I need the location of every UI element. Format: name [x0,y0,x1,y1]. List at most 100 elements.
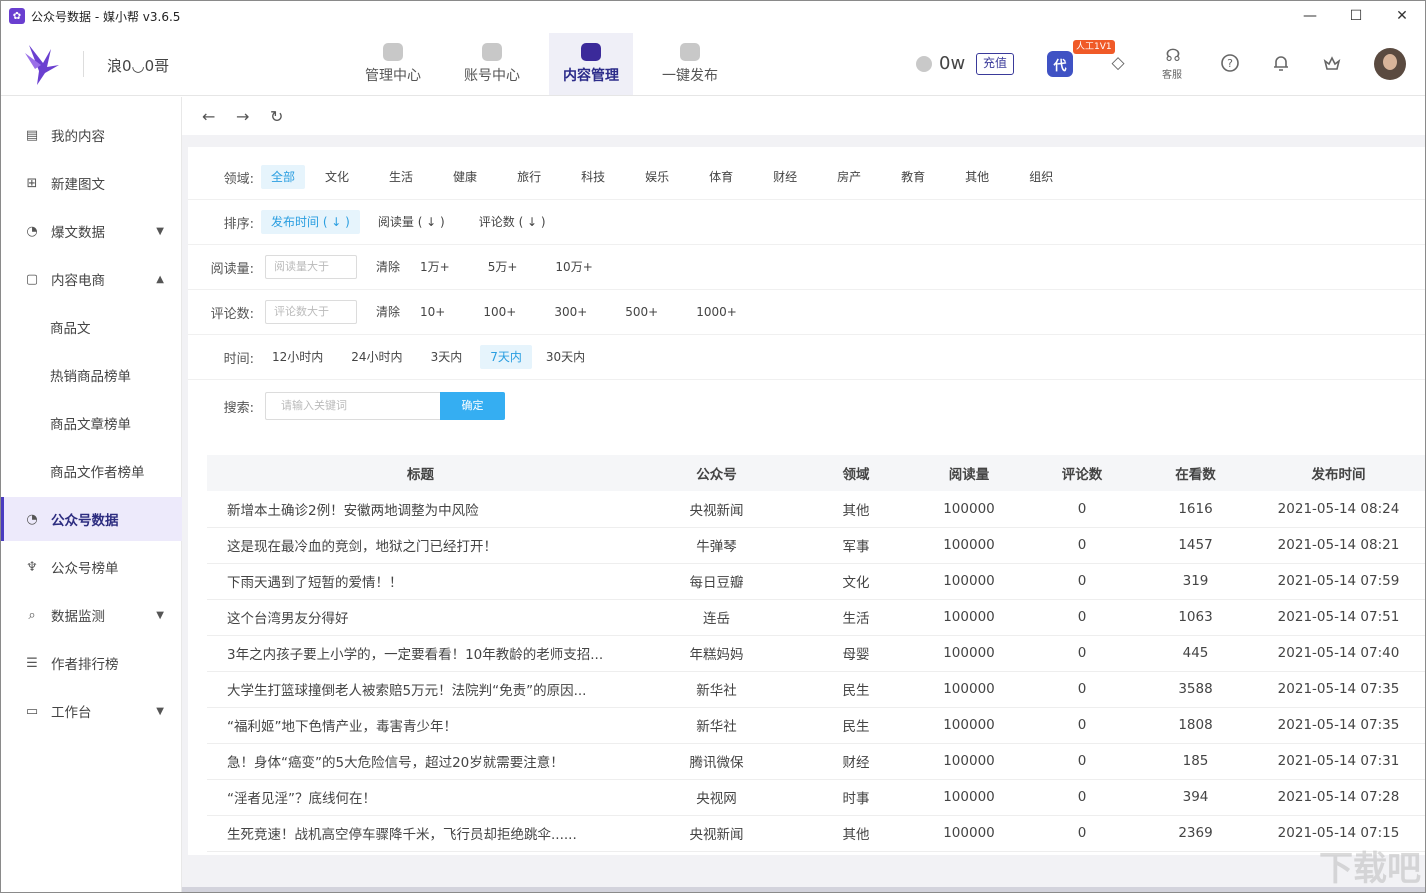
sidebar-item-product-author-ranking[interactable]: 商品文作者榜单 [1,449,182,493]
recharge-button[interactable]: 充值 [976,53,1014,75]
domain-option[interactable]: 娱乐 [635,165,679,189]
diamond-icon[interactable]: ◇ [1107,52,1129,74]
reads-min-input[interactable]: 阅读量大于 [265,255,357,279]
column-header[interactable]: 标题 [207,455,634,491]
sidebar-item-label: 工作台 [51,705,92,721]
agent-button[interactable]: 代 [1047,51,1073,77]
comments-option[interactable]: 10+ [410,300,455,324]
comments-option[interactable]: 1000+ [686,300,747,324]
time-option[interactable]: 3天内 [421,345,473,369]
bell-icon[interactable] [1270,52,1292,74]
close-button[interactable]: ✕ [1379,1,1425,31]
column-header[interactable]: 评论数 [1025,455,1139,491]
comments-option[interactable]: 100+ [473,300,526,324]
domain-option[interactable]: 全部 [261,165,306,189]
domain-option[interactable]: 财经 [763,165,807,189]
table-row[interactable]: 这个台湾男友分得好 连岳 生活 100000 0 1063 2021-05-14 07:51 [207,599,1425,636]
comments-option[interactable]: 500+ [615,300,668,324]
forward-arrow-icon[interactable]: → [236,107,250,126]
sort-option[interactable]: 评论数 ( ↓ ) [469,210,556,234]
sort-option[interactable]: 阅读量 ( ↓ ) [368,210,455,234]
back-arrow-icon[interactable]: ← [202,107,216,126]
article-title-cell[interactable]: 3年之内孩子要上小学的，一定要看看！10年教龄的老师支招... [207,635,634,672]
table-cell: 央视新闻 [634,491,799,528]
refresh-icon[interactable]: ↻ [270,107,284,126]
reads-option[interactable]: 10万+ [545,255,602,279]
sidebar-item-account-ranking[interactable]: ♆ 公众号榜单 [1,545,182,589]
domain-option[interactable]: 文化 [315,165,359,189]
article-title-cell[interactable]: 下雨天遇到了短暂的爱情！！ [207,563,634,600]
time-option[interactable]: 24小时内 [341,345,412,369]
domain-option[interactable]: 生活 [379,165,423,189]
sidebar-item-author-ranking[interactable]: ☰ 作者排行榜 [1,641,182,685]
column-header[interactable]: 在看数 [1139,455,1252,491]
comments-option[interactable]: 300+ [544,300,597,324]
user-avatar[interactable] [1374,48,1406,80]
crown-icon[interactable] [1321,52,1343,74]
column-header[interactable]: 阅读量 [913,455,1025,491]
sidebar-item-label: 作者排行榜 [51,657,119,673]
sidebar-item-viral-data[interactable]: ◔ 爆文数据 ▼ [1,209,182,253]
comments-clear-button[interactable]: 清除 [366,300,410,324]
domain-option[interactable]: 房产 [827,165,871,189]
table-row[interactable]: “淫者见淫”？底线何在！ 央视网 时事 100000 0 394 2021-05-14 07… [207,779,1425,816]
column-header[interactable]: 发布时间 [1252,455,1425,491]
table-cell: 0 [1025,527,1139,564]
nav-tab-publish[interactable]: 一键发布 [648,33,732,95]
article-title-cell[interactable]: “福利姬”地下色情产业，毒害青少年！ [207,707,634,744]
article-title-cell[interactable]: 这个台湾男友分得好 [207,599,634,636]
nav-tab-management[interactable]: 管理中心 [351,33,435,95]
domain-option[interactable]: 旅行 [507,165,551,189]
sidebar-item-data-monitor[interactable]: ⌕ 数据监测 ▼ [1,593,182,637]
table-row[interactable]: 下雨天遇到了短暂的爱情！！ 每日豆瓣 文化 100000 0 319 2021-05-14 … [207,563,1425,600]
sort-option[interactable]: 发布时间 ( ↓ ) [261,210,360,234]
reads-clear-button[interactable]: 清除 [366,255,410,279]
domain-option[interactable]: 健康 [443,165,487,189]
new-article-icon: ⊞ [26,175,38,191]
time-option[interactable]: 7天内 [480,345,532,369]
article-title-cell[interactable]: “淫者见淫”？底线何在！ [207,779,634,816]
sidebar-item-product-article-ranking[interactable]: 商品文章榜单 [1,401,182,445]
reads-option[interactable]: 1万+ [410,255,460,279]
time-option[interactable]: 30天内 [536,345,595,369]
search-input[interactable]: 请输入关键词 [265,392,440,420]
article-title-cell[interactable]: 急！身体“癌变”的5大危险信号，超过20岁就需要注意！ [207,743,634,780]
sidebar-item-hot-products[interactable]: 热销商品榜单 [1,353,182,397]
domain-option[interactable]: 体育 [699,165,743,189]
time-option[interactable]: 12小时内 [262,345,333,369]
domain-option[interactable]: 科技 [571,165,615,189]
headset-icon[interactable]: ☊ [1162,45,1184,67]
help-icon[interactable]: ? [1219,52,1241,74]
search-confirm-button[interactable]: 确定 [440,392,505,420]
sidebar-item-product-article[interactable]: 商品文 [1,305,182,349]
table-row[interactable]: 急！身体“癌变”的5大危险信号，超过20岁就需要注意！ 腾讯微保 财经 100000 0… [207,743,1425,780]
sidebar-item-my-content[interactable]: ▤ 我的内容 [1,113,182,157]
sidebar-item-account-data[interactable]: ◔ 公众号数据 [1,497,182,541]
table-row[interactable]: 大学生打篮球撞倒老人被索赔5万元！法院判“免责”的原因... 新华社 民生 10000… [207,671,1425,708]
article-title-cell[interactable]: 大学生打篮球撞倒老人被索赔5万元！法院判“免责”的原因... [207,671,634,708]
maximize-button[interactable]: ☐ [1333,1,1379,31]
domain-option[interactable]: 其他 [955,165,999,189]
table-row[interactable]: 这是现在最冷血的竞剑，地狱之门已经打开！ 牛弹琴 军事 100000 0 1457 2021… [207,527,1425,564]
table-row[interactable]: 3年之内孩子要上小学的，一定要看看！10年教龄的老师支招... 年糕妈妈 母婴 100… [207,635,1425,672]
table-row[interactable]: “福利姬”地下色情产业，毒害青少年！ 新华社 民生 100000 0 1808 2021-0… [207,707,1425,744]
column-header[interactable]: 公众号 [634,455,799,491]
bottom-scrollbar[interactable] [182,887,1425,892]
article-title-cell[interactable]: 这是现在最冷血的竞剑，地狱之门已经打开！ [207,527,634,564]
table-cell: 100000 [913,707,1025,744]
table-row[interactable]: 生死竞速！战机高空停车骤降千米，飞行员却拒绝跳伞...... 央视新闻 其他 1000… [207,815,1425,852]
domain-option[interactable]: 组织 [1019,165,1063,189]
article-title-cell[interactable]: 生死竞速！战机高空停车骤降千米，飞行员却拒绝跳伞...... [207,815,634,852]
sidebar-item-content-commerce[interactable]: ▢ 内容电商 ▲ [1,257,182,301]
table-row[interactable]: 新增本土确诊2例！安徽两地调整为中风险 央视新闻 其他 100000 0 1616 2021… [207,491,1425,528]
article-title-cell[interactable]: 新增本土确诊2例！安徽两地调整为中风险 [207,491,634,528]
sidebar-item-workbench[interactable]: ▭ 工作台 ▼ [1,689,182,733]
reads-option[interactable]: 5万+ [478,255,528,279]
minimize-button[interactable]: — [1287,1,1333,31]
comments-min-input[interactable]: 评论数大于 [265,300,357,324]
sidebar-item-new-article[interactable]: ⊞ 新建图文 [1,161,182,205]
nav-tab-account[interactable]: 账号中心 [450,33,534,95]
domain-option[interactable]: 教育 [891,165,935,189]
nav-tab-content[interactable]: 内容管理 [549,33,633,95]
column-header[interactable]: 领域 [799,455,913,491]
